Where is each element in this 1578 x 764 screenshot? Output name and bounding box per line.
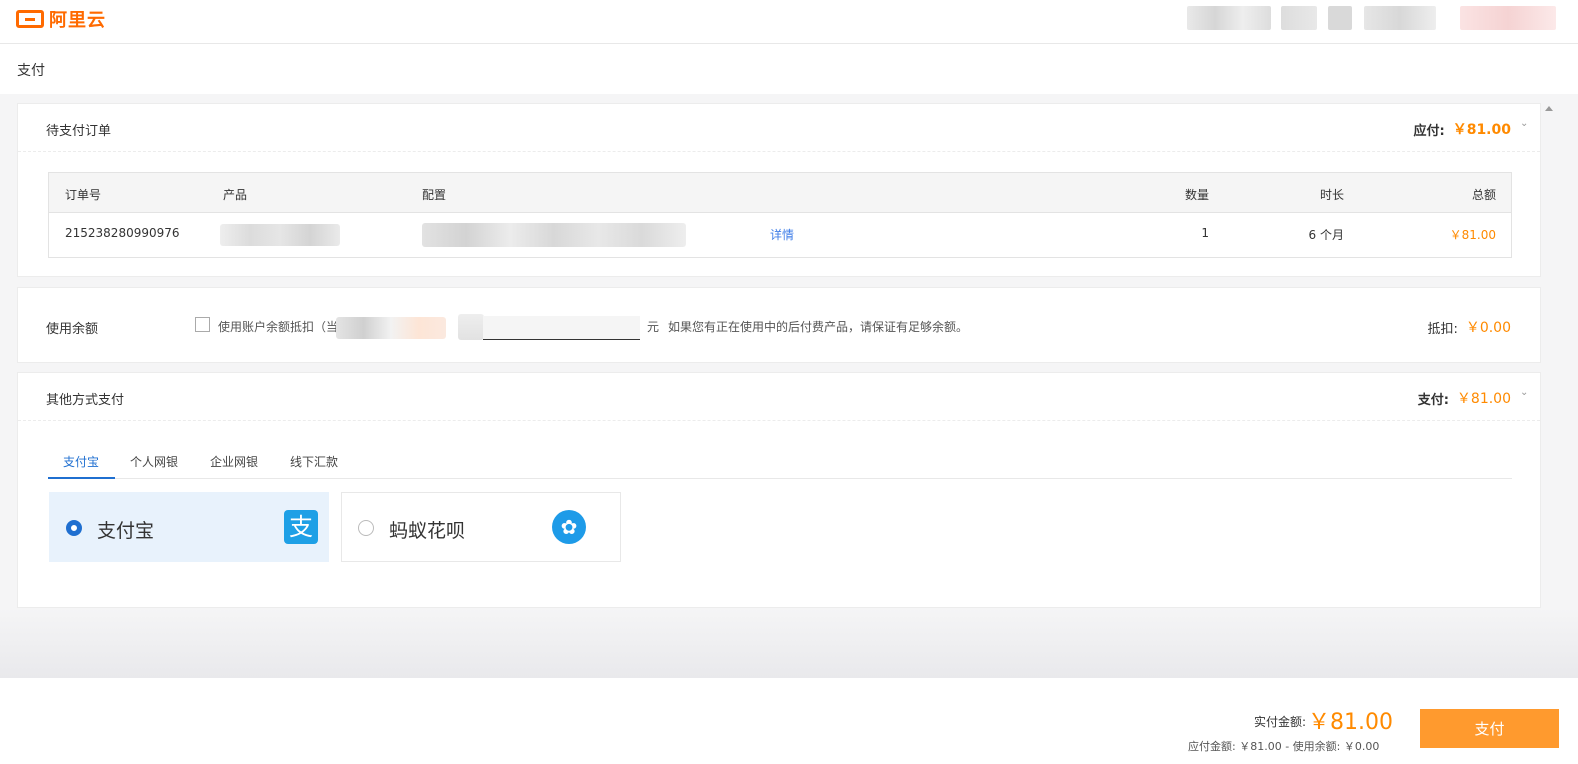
pending-order-title: 待支付订单 — [46, 124, 112, 139]
deduct-label: 抵扣: — [1427, 321, 1458, 337]
other-payment-title: 其他方式支付 — [46, 393, 125, 408]
product-name-blurred — [220, 224, 340, 246]
content-bottom-shade — [0, 608, 1578, 678]
col-quantity: 数量 — [1184, 188, 1209, 202]
active-tab-indicator — [48, 477, 115, 479]
col-duration: 时长 — [1319, 188, 1344, 202]
alipay-icon: 支 — [284, 510, 318, 544]
balance-unit: 元 — [647, 320, 660, 334]
use-balance-checkbox[interactable] — [195, 317, 210, 332]
balance-note: 如果您有正在使用中的后付费产品，请保证有足够余额。 — [668, 320, 969, 334]
balance-row: 使用余额 使用账户余额抵扣（当 元 如果您有正在使用中的后付费产品，请保证有足够… — [18, 288, 1540, 364]
page-title: 支付 — [17, 63, 45, 79]
tab-alipay[interactable]: 支付宝 — [63, 453, 99, 470]
payment-option-alipay[interactable]: 支付宝 支 — [49, 492, 329, 562]
aliyun-logo-icon — [16, 10, 44, 28]
chevron-down-icon[interactable]: ⌄ — [1520, 387, 1530, 398]
table-row: 215238280990976 详情 1 6 个月 ￥81.00 — [49, 213, 1511, 257]
brand-name: 阿里云 — [49, 10, 106, 31]
account-avatar-blurred[interactable] — [1460, 6, 1556, 30]
pay-button[interactable]: 支付 — [1420, 709, 1559, 748]
order-table-header: 订单号 产品 配置 数量 时长 总额 — [49, 173, 1511, 213]
tab-personal-bank[interactable]: 个人网银 — [130, 453, 178, 470]
pending-order-card: 待支付订单 应付: ￥81.00 ⌄ 订单号 产品 配置 数量 时长 总额 21… — [17, 103, 1541, 277]
payment-option-huabei[interactable]: 蚂蚁花呗 ✿ — [341, 492, 621, 562]
deduct-summary: 抵扣: ￥0.00 — [1427, 317, 1511, 337]
balance-value-blurred — [336, 317, 446, 339]
col-product: 产品 — [223, 188, 248, 202]
balance-card: 使用余额 使用账户余额抵扣（当 元 如果您有正在使用中的后付费产品，请保证有足够… — [17, 287, 1541, 363]
order-total: ￥81.00 — [1449, 228, 1496, 242]
amount-breakdown: 应付金额: ￥81.00 - 使用余额: ￥0.00 — [1188, 740, 1380, 753]
nav-item-blurred[interactable] — [1281, 6, 1317, 30]
pay-label: 支付: — [1417, 392, 1449, 408]
aliyun-logo[interactable]: 阿里云 — [16, 8, 106, 31]
detail-link[interactable]: 详情 — [770, 226, 794, 243]
other-payment-card: 其他方式支付 支付: ￥81.00 ⌄ 支付宝 个人网银 企业网银 线下汇款 支… — [17, 372, 1541, 608]
balance-title: 使用余额 — [46, 322, 99, 337]
payable-label: 应付: — [1413, 123, 1445, 139]
nav-item-blurred[interactable] — [1364, 6, 1436, 30]
tab-offline-transfer[interactable]: 线下汇款 — [290, 453, 338, 470]
order-quantity: 1 — [1201, 226, 1209, 240]
huabei-label: 蚂蚁花呗 — [389, 520, 466, 542]
pending-order-header[interactable]: 待支付订单 应付: ￥81.00 ⌄ — [18, 104, 1540, 152]
actual-amount: ￥81.00 — [1308, 710, 1393, 735]
nav-item-blurred[interactable] — [1328, 6, 1352, 30]
payable-summary: 应付: ￥81.00 — [1414, 119, 1512, 139]
huabei-icon: ✿ — [552, 510, 586, 544]
actual-amount-label: 实付金额: — [1254, 715, 1307, 729]
scroll-up-arrow-icon[interactable] — [1545, 106, 1553, 111]
order-number: 215238280990976 — [65, 226, 180, 240]
col-total: 总额 — [1471, 188, 1496, 202]
pay-summary: 支付: ￥81.00 — [1418, 388, 1511, 408]
other-payment-header[interactable]: 其他方式支付 支付: ￥81.00 ⌄ — [18, 373, 1540, 421]
deduct-amount: ￥0.00 — [1465, 320, 1511, 336]
huabei-radio[interactable] — [358, 520, 374, 536]
payment-tabs: 支付宝 个人网银 企业网银 线下汇款 — [48, 447, 1512, 479]
page-header: 支付 — [0, 44, 1578, 94]
config-blurred — [422, 223, 686, 247]
chevron-down-icon[interactable]: ⌄ — [1520, 118, 1530, 129]
col-order-no: 订单号 — [65, 188, 102, 202]
tab-enterprise-bank[interactable]: 企业网银 — [210, 453, 258, 470]
balance-amount-input[interactable] — [483, 316, 640, 340]
order-table: 订单号 产品 配置 数量 时长 总额 215238280990976 详情 1 … — [48, 172, 1512, 258]
alipay-radio[interactable] — [66, 520, 82, 536]
use-balance-label: 使用账户余额抵扣（当 — [218, 320, 339, 334]
pay-amount: ￥81.00 — [1456, 391, 1511, 407]
payable-amount: ￥81.00 — [1452, 122, 1511, 138]
alipay-label: 支付宝 — [97, 520, 155, 542]
user-menu-blurred[interactable] — [1187, 6, 1271, 30]
order-duration: 6 个月 — [1308, 228, 1344, 242]
payment-footer: 实付金额: ￥81.00 应付金额: ￥81.00 - 使用余额: ￥0.00 … — [0, 678, 1578, 764]
top-navbar: 阿里云 — [0, 0, 1578, 44]
balance-extra-blurred — [458, 314, 484, 340]
col-config: 配置 — [422, 188, 447, 202]
